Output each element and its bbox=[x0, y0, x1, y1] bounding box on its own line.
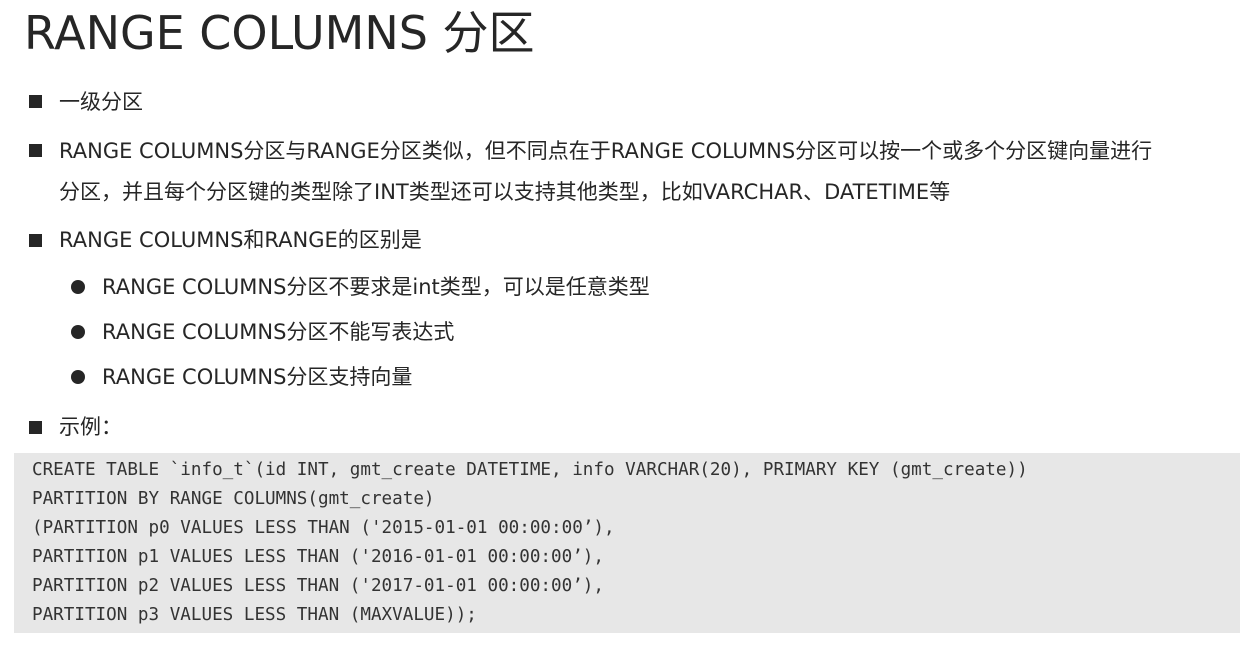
sub-bullet-text: RANGE COLUMNS分区支持向量 bbox=[102, 365, 413, 389]
code-block: CREATE TABLE `info_t`(id INT, gmt_create… bbox=[14, 453, 1240, 633]
square-bullet-icon bbox=[29, 234, 42, 247]
circle-bullet-icon bbox=[71, 280, 85, 294]
bullet-text-example: 示例： bbox=[59, 415, 122, 439]
circle-bullet-icon bbox=[71, 370, 85, 384]
bullet-text-description-line-1: RANGE COLUMNS分区与RANGE分区类似，但不同点在于RANGE CO… bbox=[59, 139, 1153, 163]
code-line: PARTITION p3 VALUES LESS THAN (MAXVALUE)… bbox=[32, 605, 477, 625]
sub-bullet-text: RANGE COLUMNS分区不能写表达式 bbox=[102, 320, 455, 344]
square-bullet-icon bbox=[29, 144, 42, 157]
bullet-text-description-line-2: 分区，并且每个分区键的类型除了INT类型还可以支持其他类型，比如VARCHAR、… bbox=[59, 180, 951, 204]
slide-title: RANGE COLUMNS 分区 bbox=[24, 6, 535, 60]
code-line: CREATE TABLE `info_t`(id INT, gmt_create… bbox=[32, 460, 1028, 480]
sub-bullet-text: RANGE COLUMNS分区不要求是int类型，可以是任意类型 bbox=[102, 275, 650, 299]
code-line: PARTITION p2 VALUES LESS THAN ('2017-01-… bbox=[32, 576, 604, 596]
code-line: (PARTITION p0 VALUES LESS THAN ('2015-01… bbox=[32, 518, 615, 538]
bullet-text-differences: RANGE COLUMNS和RANGE的区别是 bbox=[59, 228, 422, 252]
square-bullet-icon bbox=[29, 421, 42, 434]
bullet-text-level-partition: 一级分区 bbox=[59, 90, 143, 114]
circle-bullet-icon bbox=[71, 325, 85, 339]
square-bullet-icon bbox=[29, 95, 42, 108]
code-line: PARTITION p1 VALUES LESS THAN ('2016-01-… bbox=[32, 547, 604, 567]
code-line: PARTITION BY RANGE COLUMNS(gmt_create) bbox=[32, 489, 435, 509]
